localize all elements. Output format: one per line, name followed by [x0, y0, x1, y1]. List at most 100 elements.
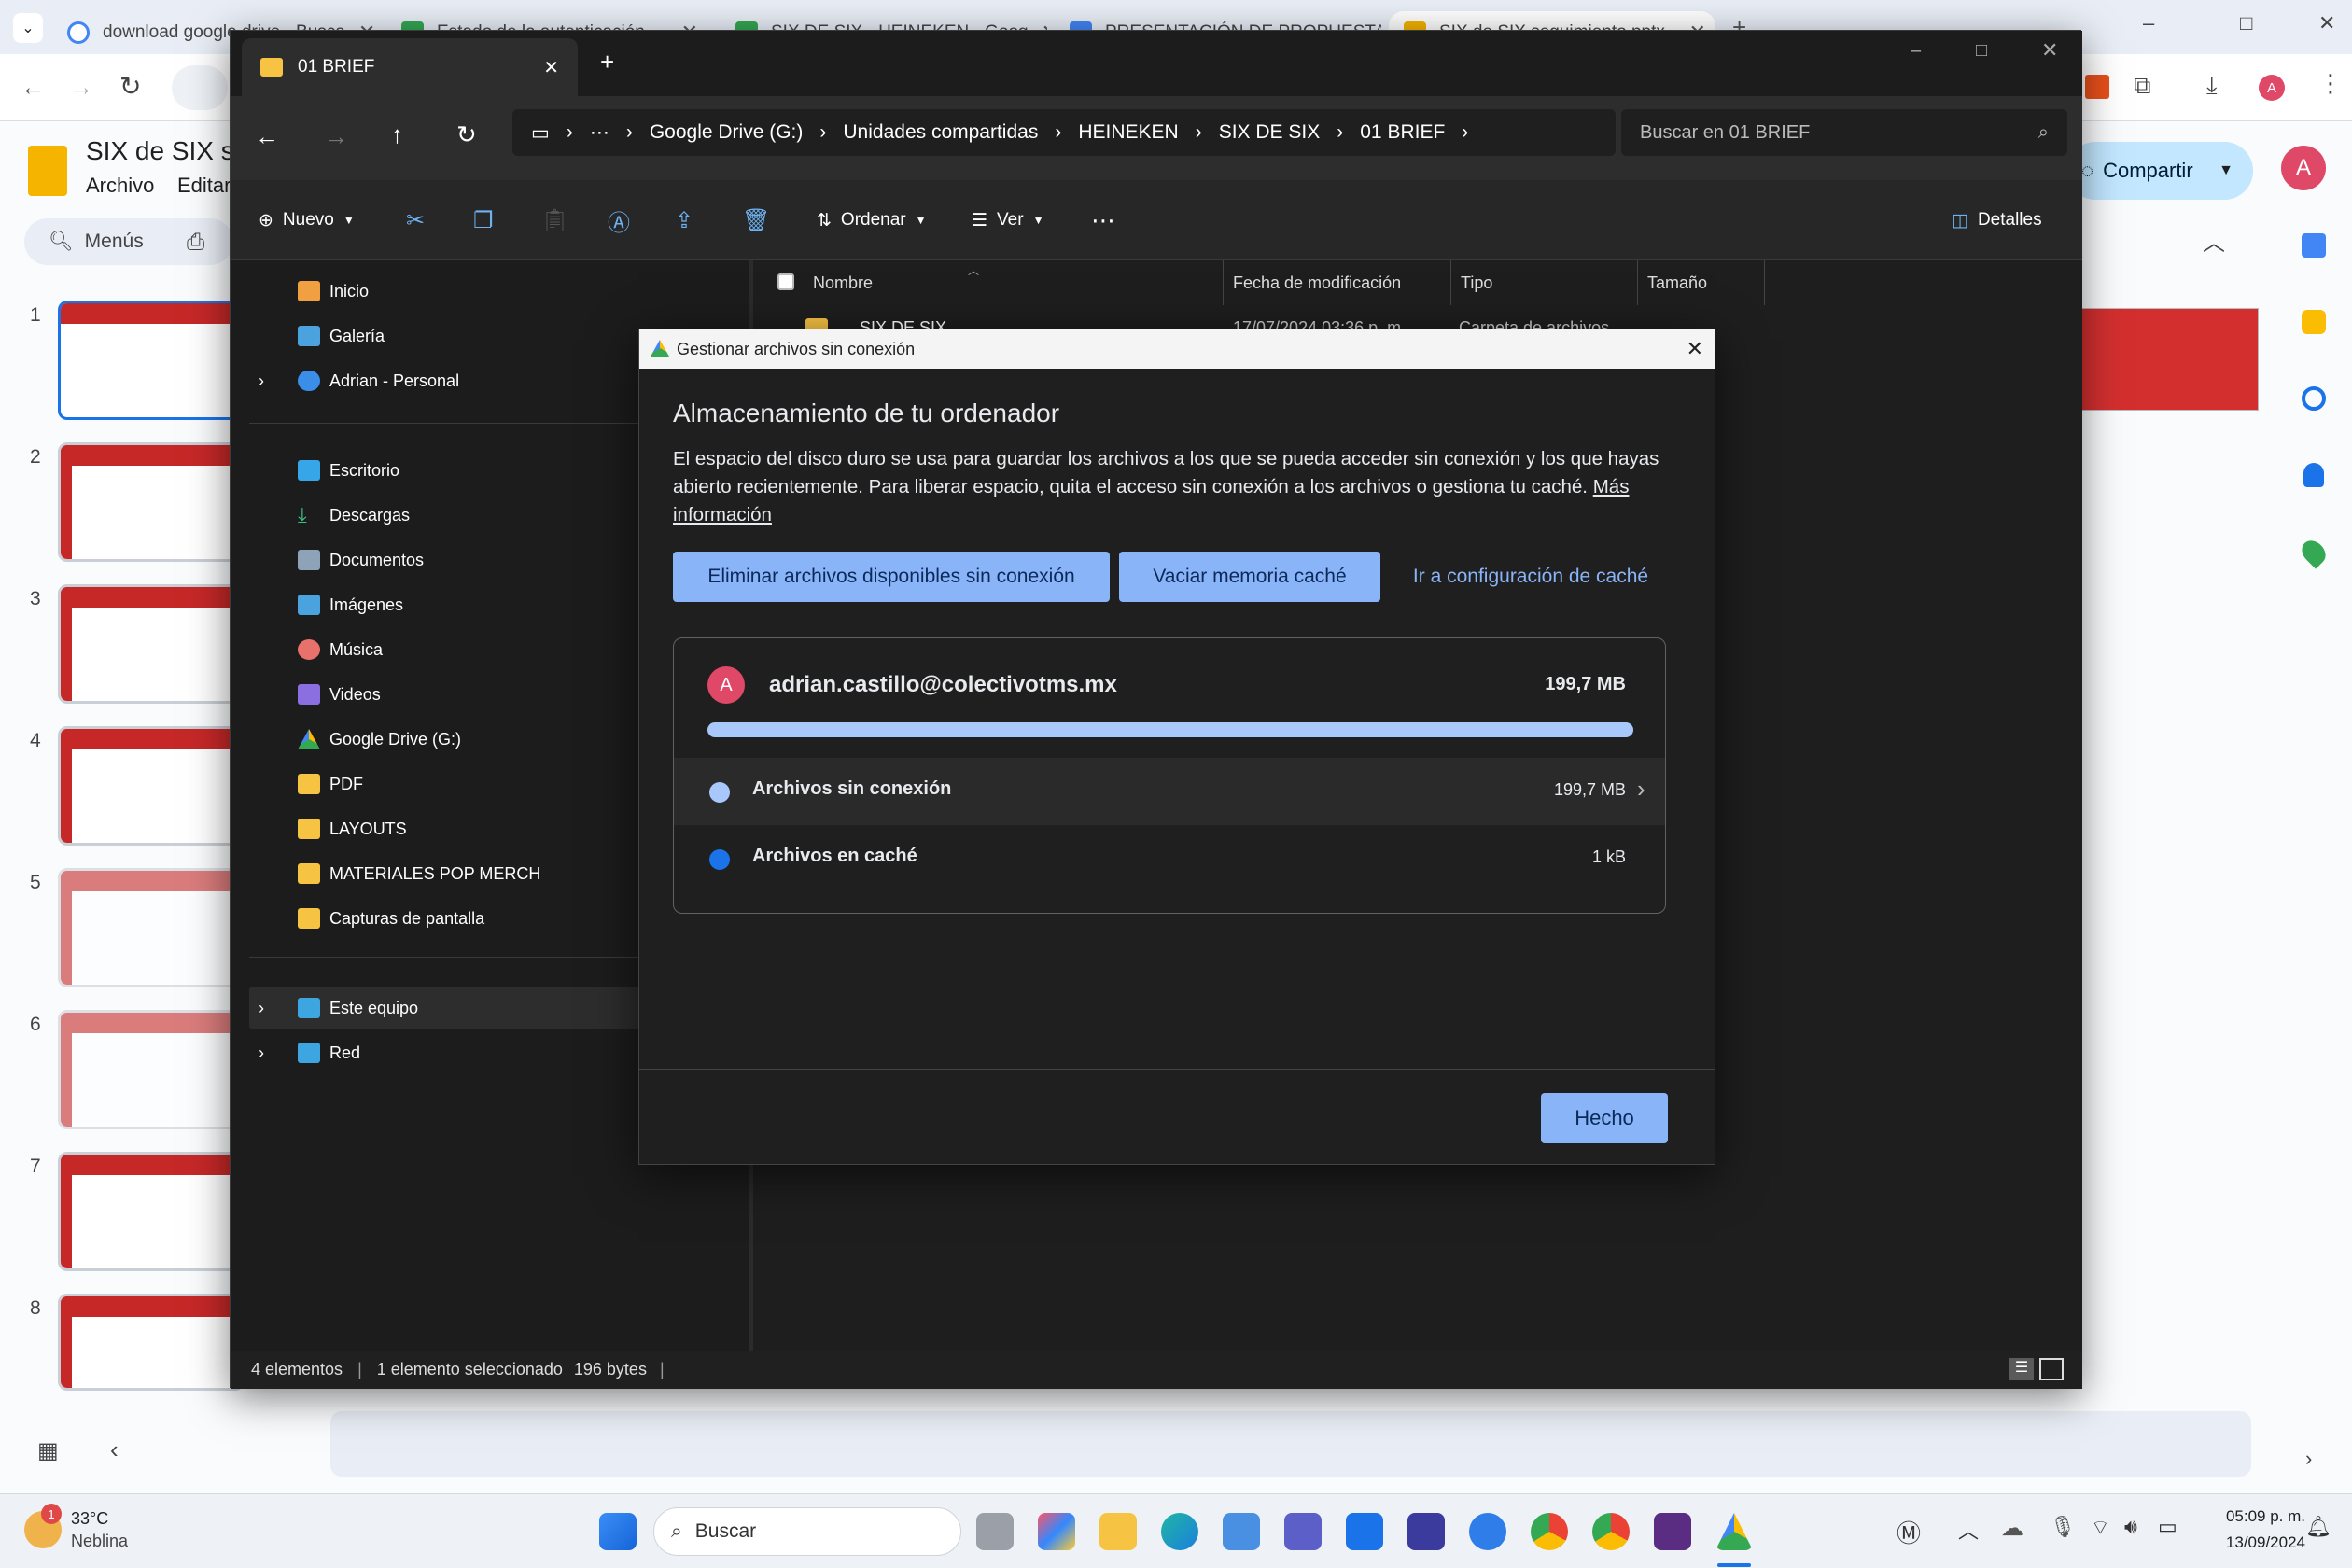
wifi-icon[interactable]: ⌔: [2091, 1515, 2110, 1541]
slide-thumbnail[interactable]: [58, 1294, 245, 1391]
maps-icon[interactable]: [2297, 536, 2331, 569]
notification-bell-icon[interactable]: 🔔︎: [2305, 1515, 2331, 1539]
paste-icon[interactable]: 📋︎: [540, 180, 568, 260]
weather-temp[interactable]: 33°C: [71, 1509, 108, 1529]
minimize-button[interactable]: –: [1911, 40, 1921, 62]
select-all-checkbox[interactable]: [777, 273, 794, 290]
slide-thumbnail[interactable]: [58, 442, 245, 562]
collapse-filmstrip-icon[interactable]: ‹: [110, 1435, 119, 1464]
up-icon[interactable]: ↑: [391, 120, 403, 149]
mail-icon[interactable]: [1346, 1513, 1383, 1550]
column-header-name[interactable]: Nombre: [804, 260, 1224, 305]
extension-icon[interactable]: [2085, 75, 2109, 99]
chevron-right-icon[interactable]: ›: [1637, 775, 1645, 804]
slide-thumbnail[interactable]: [58, 301, 245, 420]
address-bar[interactable]: [172, 65, 228, 110]
tasks-icon[interactable]: [2302, 386, 2326, 411]
calendar-icon[interactable]: [2302, 233, 2326, 258]
microphone-icon[interactable]: 🎙︎: [2050, 1515, 2076, 1539]
cache-settings-link[interactable]: Ir a configuración de caché: [1395, 552, 1666, 602]
nav-item-home[interactable]: Inicio: [249, 270, 735, 313]
store-icon[interactable]: [1223, 1513, 1260, 1550]
edge-icon[interactable]: [1161, 1513, 1198, 1550]
explorer-tab[interactable]: 01 BRIEF ✕: [242, 38, 578, 96]
extensions-icon[interactable]: ⧉: [2134, 71, 2151, 101]
chrome-icon[interactable]: [1531, 1513, 1568, 1550]
app-tray-icon[interactable]: Ⓜ: [1897, 1515, 1921, 1549]
minimize-button[interactable]: –: [2143, 11, 2154, 35]
details-view-icon[interactable]: ☰: [2009, 1358, 2034, 1380]
new-button[interactable]: ⊕ Nuevo ▼: [259, 180, 355, 260]
copilot-icon[interactable]: [1038, 1513, 1075, 1550]
forward-icon[interactable]: →: [324, 122, 348, 151]
forward-icon[interactable]: →: [69, 73, 93, 102]
new-tab-button[interactable]: +: [600, 48, 614, 77]
chevron-right-icon[interactable]: ›: [259, 1043, 264, 1063]
slide-thumbnail[interactable]: [58, 1152, 245, 1271]
done-button[interactable]: Hecho: [1541, 1093, 1668, 1143]
close-tab-icon[interactable]: ✕: [543, 56, 559, 79]
maximize-button[interactable]: □: [1976, 40, 1987, 62]
download-icon[interactable]: ⤓: [2206, 71, 2218, 101]
close-window-button[interactable]: ✕: [2041, 38, 2058, 63]
file-explorer-icon[interactable]: [1099, 1513, 1137, 1550]
back-icon[interactable]: ←: [255, 122, 279, 151]
contacts-icon[interactable]: [2303, 463, 2324, 487]
breadcrumb-item[interactable]: Google Drive (G:): [650, 121, 804, 144]
copy-icon[interactable]: ❐: [473, 180, 494, 260]
offline-files-row[interactable]: Archivos sin conexión 199,7 MB ›: [674, 758, 1665, 825]
slide-thumbnail[interactable]: [58, 1010, 245, 1129]
onedrive-icon[interactable]: ☁: [2001, 1515, 2023, 1542]
keep-icon[interactable]: [2302, 310, 2326, 334]
clock-time[interactable]: 05:09 p. m.: [2203, 1507, 2305, 1526]
rename-icon[interactable]: Ⓐ: [608, 180, 630, 260]
weather-desc[interactable]: Neblina: [71, 1532, 128, 1551]
share-dropdown[interactable]: ▼: [2199, 142, 2253, 200]
column-header-type[interactable]: Tipo: [1451, 260, 1638, 305]
more-icon[interactable]: ⋯: [590, 121, 609, 145]
breadcrumb-item[interactable]: HEINEKEN: [1078, 121, 1178, 144]
start-icon[interactable]: [599, 1513, 637, 1550]
google-drive-icon[interactable]: [1715, 1513, 1753, 1550]
chevron-up-icon[interactable]: ︿: [1958, 1515, 1979, 1545]
menu-icon[interactable]: ⋮: [2318, 69, 2343, 98]
cut-icon[interactable]: ✂: [406, 180, 425, 260]
taskbar-search[interactable]: ⌕ Buscar: [653, 1507, 961, 1556]
column-header-size[interactable]: Tamaño: [1638, 260, 1765, 305]
address-bar[interactable]: ▭ › ⋯ › Google Drive (G:) › Unidades compar…: [512, 109, 1616, 156]
chat-icon[interactable]: [1469, 1513, 1506, 1550]
share-icon[interactable]: ⇪: [675, 180, 693, 260]
delete-icon[interactable]: 🗑︎: [742, 180, 770, 260]
more-options-icon[interactable]: ⋯: [1091, 180, 1115, 260]
close-icon[interactable]: ✕: [1687, 337, 1703, 361]
app-icon[interactable]: [1407, 1513, 1445, 1550]
collapse-toolbar-icon[interactable]: ︿: [2203, 224, 2249, 280]
slide-thumbnail[interactable]: [58, 868, 245, 987]
tiles-view-icon[interactable]: [2039, 1358, 2064, 1380]
app-icon[interactable]: [1654, 1513, 1691, 1550]
clear-cache-button[interactable]: Vaciar memoria caché: [1119, 552, 1380, 602]
volume-icon[interactable]: 🔊︎: [2124, 1515, 2137, 1539]
slide-thumbnail[interactable]: [58, 726, 245, 846]
remove-offline-files-button[interactable]: Eliminar archivos disponibles sin conexi…: [673, 552, 1110, 602]
clock-date[interactable]: 13/09/2024: [2203, 1533, 2305, 1552]
view-button[interactable]: ☰ Ver ▼: [972, 180, 1043, 260]
task-view-icon[interactable]: [976, 1513, 1014, 1550]
search-box[interactable]: Buscar en 01 BRIEF ⌕: [1621, 109, 2067, 156]
breadcrumb-item[interactable]: Unidades compartidas: [843, 121, 1038, 144]
details-button[interactable]: ◫ Detalles: [1952, 180, 2042, 260]
sort-button[interactable]: ⇅ Ordenar ▼: [817, 180, 927, 260]
menu-file[interactable]: Archivo: [86, 174, 154, 198]
expand-panel-icon[interactable]: ›: [2305, 1447, 2312, 1471]
print-icon[interactable]: ⎙: [187, 230, 204, 256]
account-avatar[interactable]: A: [2281, 146, 2326, 190]
breadcrumb-item[interactable]: 01 BRIEF: [1360, 121, 1445, 144]
chrome-icon[interactable]: [1592, 1513, 1630, 1550]
battery-icon[interactable]: ▭: [2158, 1515, 2177, 1539]
grid-view-icon[interactable]: ▦: [37, 1437, 59, 1464]
document-title[interactable]: SIX de SIX se: [86, 136, 248, 166]
maximize-button[interactable]: □: [2240, 11, 2252, 35]
menu-edit[interactable]: Editar: [177, 174, 231, 198]
speaker-notes[interactable]: [330, 1411, 2251, 1477]
teams-icon[interactable]: [1284, 1513, 1322, 1550]
